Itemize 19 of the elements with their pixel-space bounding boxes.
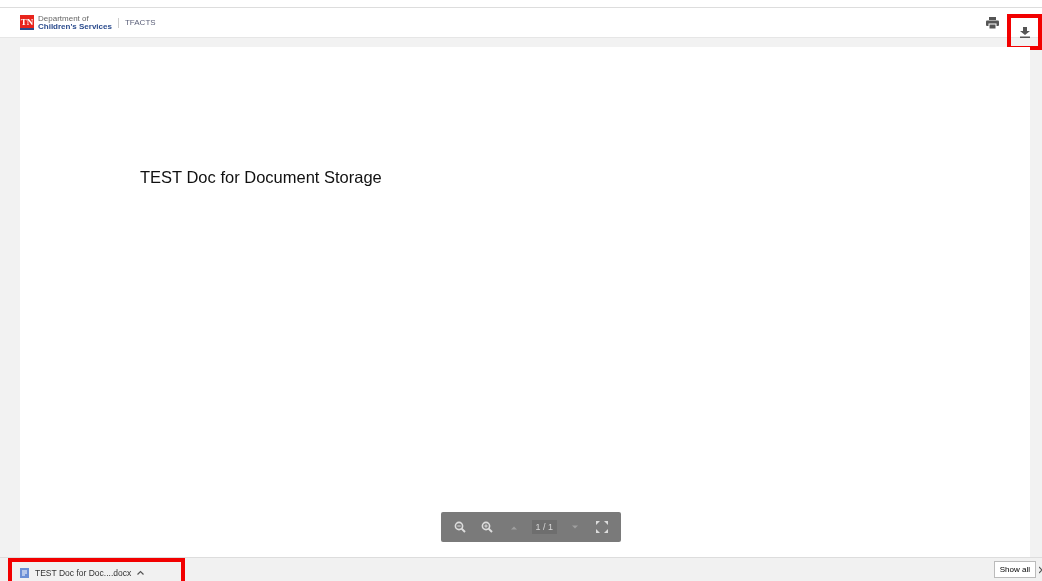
zoom-out-icon [454, 521, 467, 533]
document-icon [20, 567, 29, 578]
chevron-up-icon [137, 570, 145, 575]
zoom-in-icon [481, 521, 494, 533]
caret-down-icon [570, 524, 579, 530]
caret-up-icon [509, 524, 518, 530]
logo-subtitle: Department of [38, 14, 90, 23]
file-name: TEST Doc for Doc....docx [35, 567, 132, 578]
logo-title: Children's Services [38, 22, 112, 31]
download-icon [1019, 26, 1030, 38]
close-icon[interactable] [1039, 565, 1042, 574]
fullscreen-icon [595, 521, 608, 533]
download-item[interactable]: TEST Doc for Doc....docx [8, 557, 185, 581]
logo-badge: TN [20, 15, 34, 30]
show-all-button[interactable]: Show all [993, 561, 1036, 578]
app-name: TFACTS [124, 18, 156, 27]
document-heading: TEST Doc for Document Storage [140, 168, 382, 187]
print-icon [986, 16, 999, 29]
page-indicator: 1 / 1 [531, 520, 558, 534]
